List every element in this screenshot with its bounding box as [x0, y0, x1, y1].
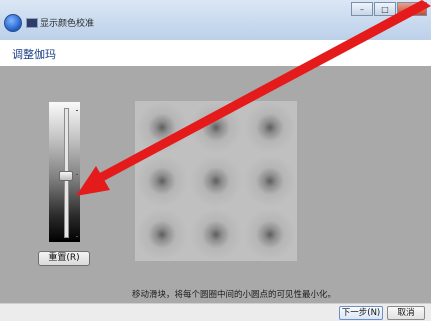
main-area: 重置(R) 移动滑块，将每个圆圈中间的小圆点的可见性最小化。: [0, 66, 431, 303]
reset-button[interactable]: 重置(R): [38, 251, 90, 266]
slider-tick: [76, 236, 78, 237]
back-icon[interactable]: [4, 14, 22, 32]
gamma-dot: [243, 101, 297, 155]
gamma-dot: [243, 207, 297, 261]
page-header: 调整伽玛: [0, 40, 431, 67]
slider-tick: [76, 174, 78, 175]
minimize-button[interactable]: –: [351, 2, 373, 16]
window-controls: – □ ✕: [350, 2, 427, 16]
gamma-test-pattern: [135, 101, 297, 261]
gamma-dot: [243, 154, 297, 208]
gamma-slider-thumb[interactable]: [59, 170, 73, 181]
maximize-button[interactable]: □: [374, 2, 396, 16]
gamma-dot: [189, 101, 243, 155]
footer-bar: 下一步(N) 取消: [0, 303, 431, 321]
gamma-dot: [135, 101, 189, 155]
cancel-button[interactable]: 取消: [387, 306, 425, 320]
gamma-slider-panel: [49, 102, 80, 242]
display-icon: [26, 18, 38, 28]
window-title: 显示颜色校准: [40, 19, 95, 29]
gamma-dot: [135, 207, 189, 261]
close-button[interactable]: ✕: [397, 2, 427, 16]
gamma-dot: [189, 154, 243, 208]
gamma-dot: [189, 207, 243, 261]
gamma-dot: [135, 154, 189, 208]
title-bar: 显示颜色校准 – □ ✕: [0, 0, 431, 41]
instruction-text: 移动滑块，将每个圆圈中间的小圆点的可见性最小化。: [132, 290, 337, 300]
slider-tick: [76, 110, 78, 111]
next-button[interactable]: 下一步(N): [339, 306, 383, 320]
page-title: 调整伽玛: [12, 48, 56, 61]
